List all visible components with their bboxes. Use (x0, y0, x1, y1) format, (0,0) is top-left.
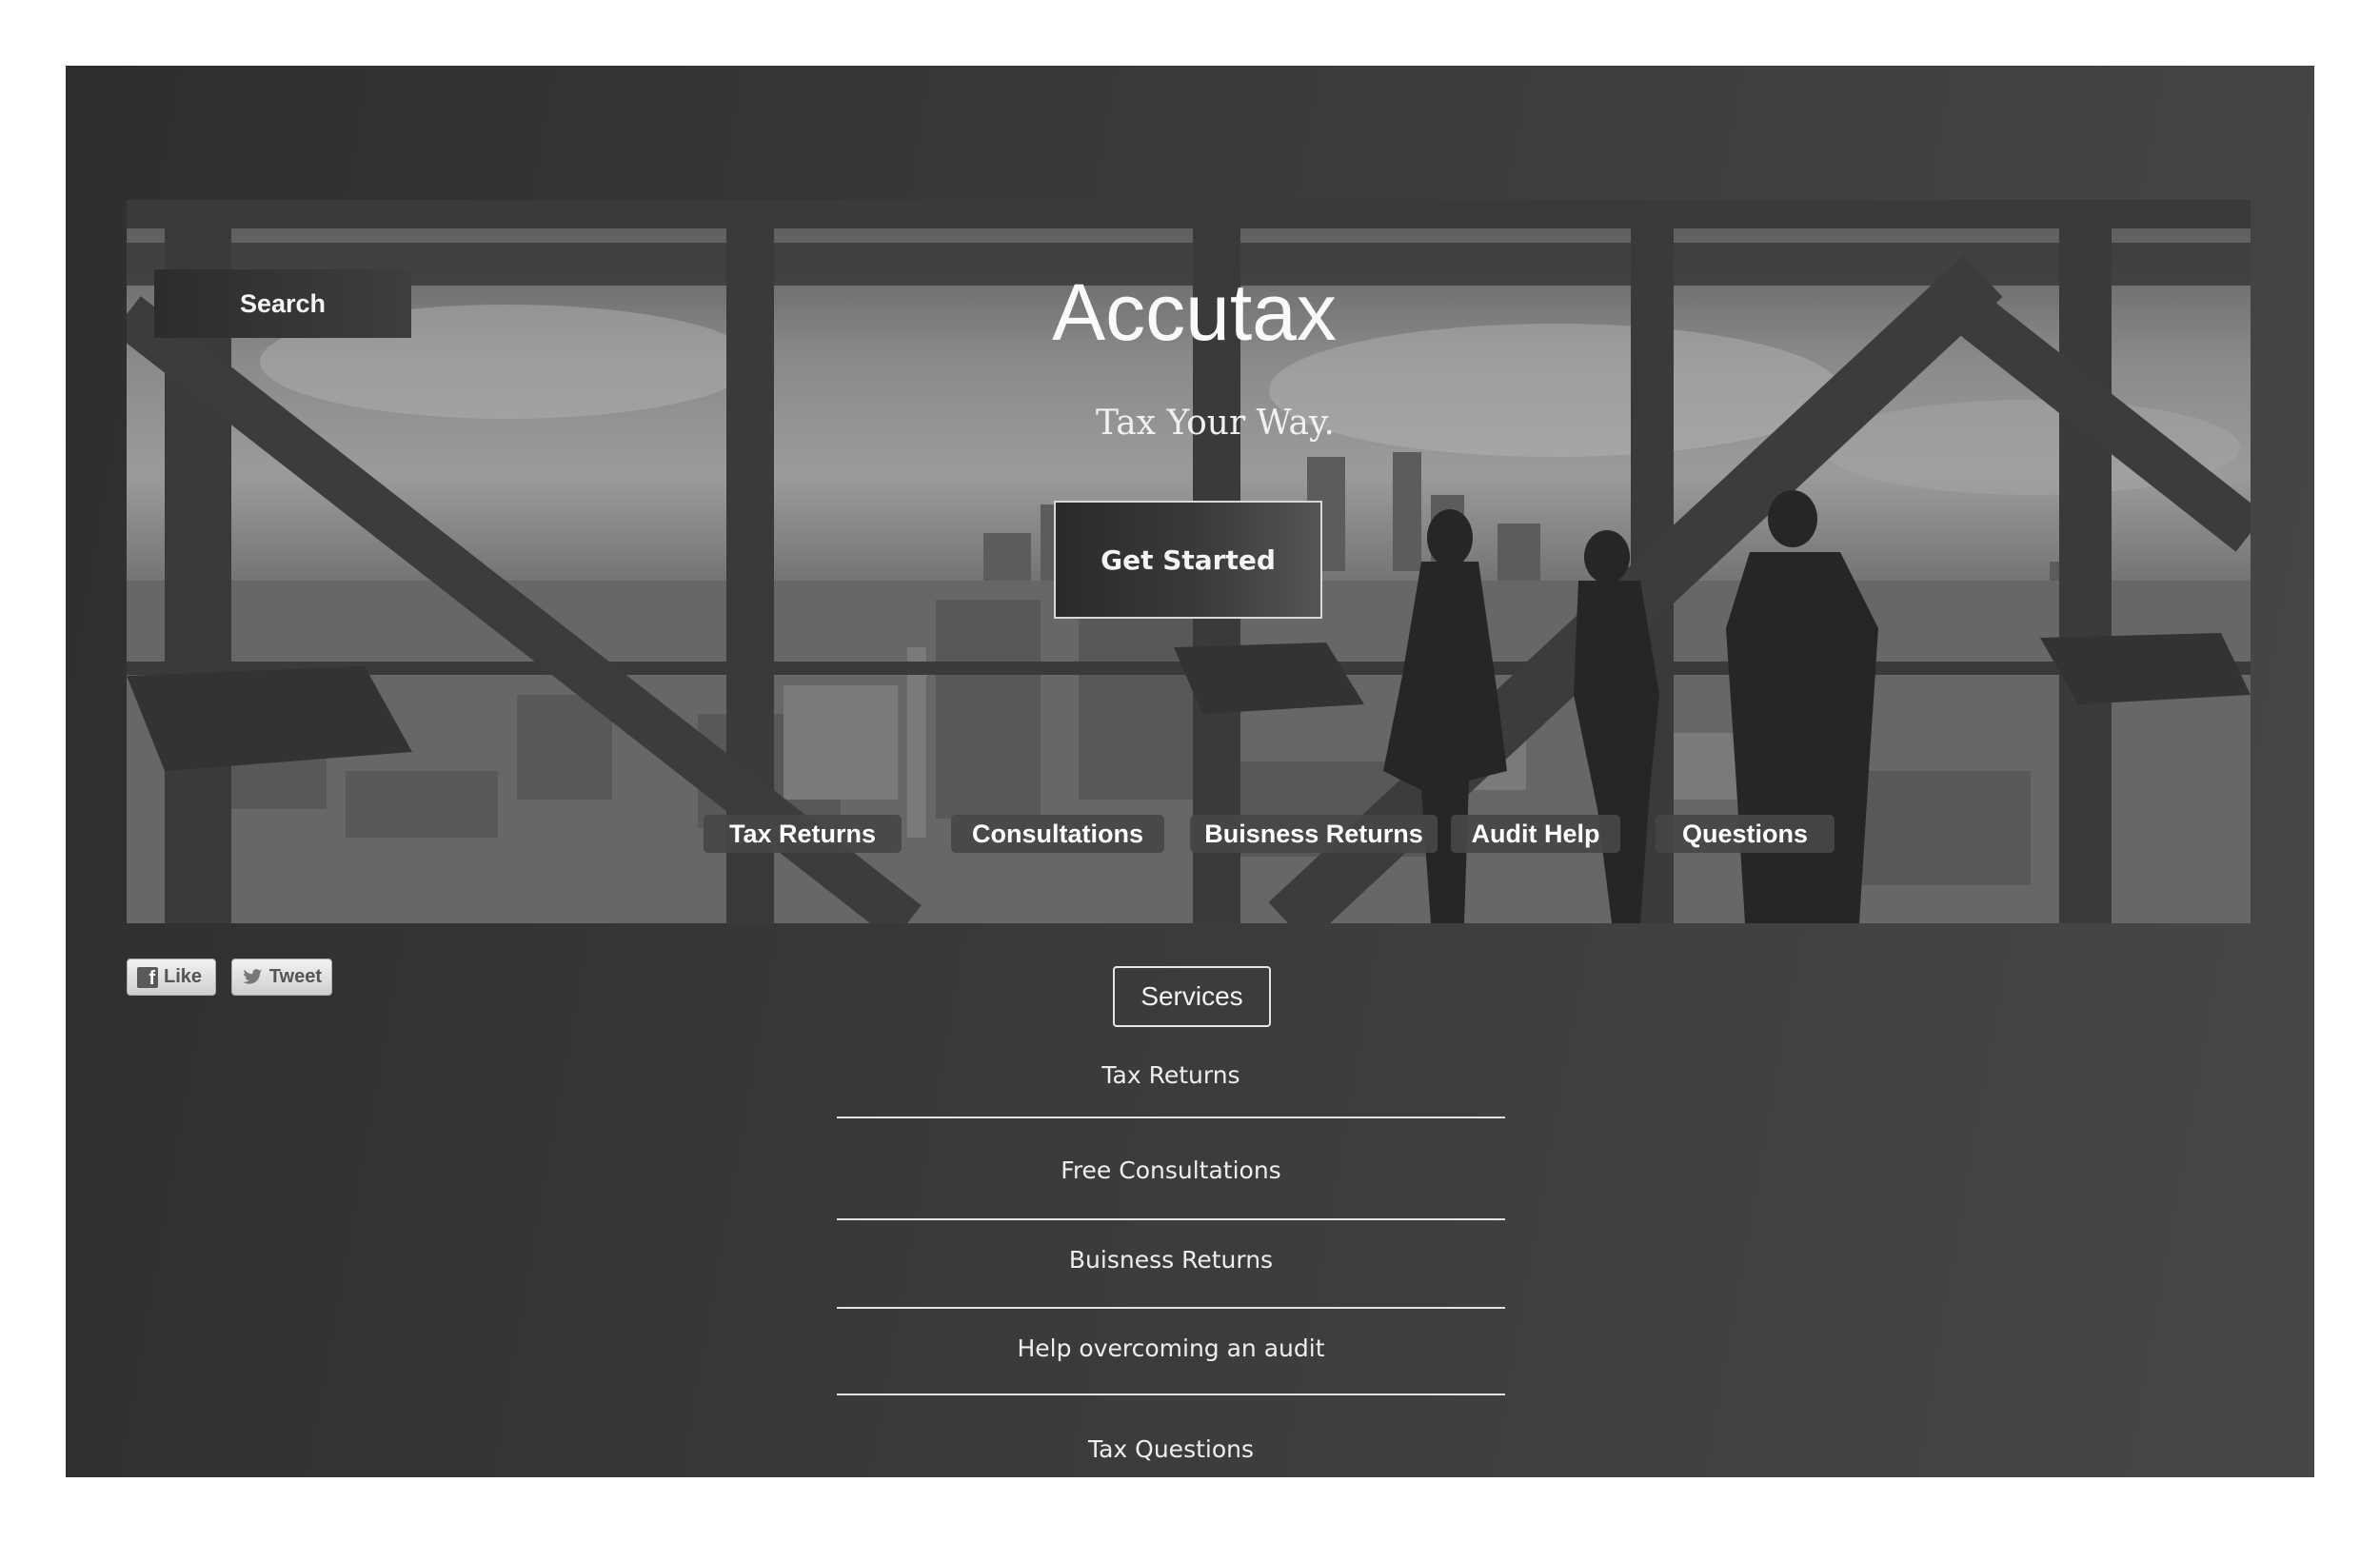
nav-questions[interactable]: Questions (1656, 815, 1835, 853)
tagline-text: Tax Your Way. (1096, 404, 1335, 443)
service-item-tax-returns[interactable]: Tax Returns (837, 1061, 1505, 1089)
tweet-button[interactable]: Tweet (231, 959, 332, 996)
nav-audit-help[interactable]: Audit Help (1451, 815, 1620, 853)
facebook-like-button[interactable]: f Like (127, 959, 216, 996)
nav-consultations[interactable]: Consultations (951, 815, 1164, 853)
brand-title-text: Accutax (1052, 267, 1337, 357)
service-item-tax-questions[interactable]: Tax Questions (837, 1435, 1505, 1463)
twitter-bird-icon (242, 968, 263, 984)
divider (837, 1117, 1505, 1118)
nav-tax-returns[interactable]: Tax Returns (704, 815, 902, 853)
page-frame: Search Accutax Tax Your Way. Get Started… (66, 66, 2314, 1477)
facebook-icon: f (137, 966, 158, 988)
service-item-buisness-returns[interactable]: Buisness Returns (837, 1246, 1505, 1274)
get-started-button[interactable]: Get Started (1054, 501, 1322, 619)
tagline: Tax Your Way. (127, 404, 2251, 443)
divider (837, 1307, 1505, 1309)
hero-banner: Search Accutax Tax Your Way. Get Started… (127, 200, 2251, 923)
like-label: Like (164, 966, 203, 987)
service-item-free-consultations[interactable]: Free Consultations (837, 1156, 1505, 1184)
service-item-audit-help[interactable]: Help overcoming an audit (837, 1334, 1505, 1362)
divider (837, 1394, 1505, 1395)
services-button[interactable]: Services (1113, 966, 1271, 1027)
nav-buisness-returns[interactable]: Buisness Returns (1190, 815, 1438, 853)
divider (837, 1218, 1505, 1220)
brand-title: Accutax (127, 267, 2251, 359)
tweet-label: Tweet (268, 966, 322, 987)
